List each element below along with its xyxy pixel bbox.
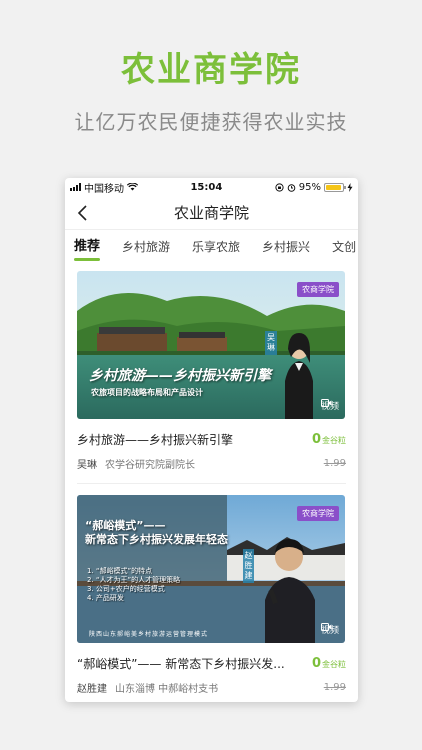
overlay-points: 1. “郝峪模式”的特点 2. “人才为王”的人才管理策略 3. 公司+农户的经… [87,567,181,602]
author-name: 赵胜建 [77,684,107,695]
signal-icon [70,183,81,191]
bottom-strip-text: 陕西山东郝峪美乡村旅游运营管理模式 [89,631,209,638]
overlay-title: “郝峪模式”—— 新常态下乡村振兴发展年轻态 [85,519,228,546]
course-card[interactable]: 吴琳 乡村旅游——乡村振兴新引擎 农旅项目的战略布局和产品设计 农商学院 视频 … [65,271,358,484]
battery-percent: 95% [298,181,321,193]
phone-screen: 中国移动 15:04 95% 农业商学院 推荐 乡村旅游 乐享农旅 乡村振兴 文… [65,178,358,702]
video-tag: 视频 [320,623,339,636]
status-bar: 中国移动 15:04 95% [65,178,358,196]
original-price: 1.99 [323,458,346,469]
academy-badge: 农商学院 [297,282,339,297]
tab-rural-revitalization[interactable]: 乡村振兴 [262,230,310,264]
charging-icon [347,182,353,192]
clock: 15:04 [190,181,223,193]
tab-agri-tourism[interactable]: 乐享农旅 [192,230,240,264]
course-card[interactable]: “郝峪模式”—— 新常态下乡村振兴发展年轻态 1. “郝峪模式”的特点 2. “人… [65,495,358,695]
course-thumbnail[interactable]: “郝峪模式”—— 新常态下乡村振兴发展年轻态 1. “郝峪模式”的特点 2. “人… [77,495,345,643]
author-name: 吴琳 [77,460,97,471]
video-camera-icon [320,623,332,631]
promo-subtitle: 让亿万农民便捷获得农业实技 [74,110,348,134]
presenter-name-tag: 吴琳 [265,331,277,355]
overlay-title: 乡村旅游——乡村振兴新引擎 [89,368,271,384]
author-desc: 农学谷研究院副院长 [105,460,195,471]
wifi-icon [127,183,138,191]
course-price: 0金谷粒 [311,656,346,671]
tab-recommend[interactable]: 推荐 [74,230,101,264]
course-thumbnail[interactable]: 吴琳 乡村旅游——乡村振兴新引擎 农旅项目的战略布局和产品设计 农商学院 视频 [77,271,345,419]
nav-title: 农业商学院 [173,204,249,222]
promo-title: 农业商学院 [121,50,301,90]
course-meta: 吴琳 农学谷研究院副院长 [77,456,195,471]
battery-icon [323,182,346,192]
course-price: 0金谷粒 [311,432,346,447]
original-price: 1.99 [323,682,346,693]
video-tag: 视频 [320,399,339,412]
divider [77,483,346,484]
nav-bar: 农业商学院 [65,196,358,230]
presenter-name-tag: 赵胜建 [243,549,254,583]
tab-rural-tourism[interactable]: 乡村旅游 [122,230,170,264]
course-title[interactable]: 乡村旅游——乡村振兴新引擎 [77,431,233,448]
back-arrow-icon[interactable] [73,203,93,223]
video-camera-icon [320,399,332,407]
carrier-label: 中国移动 [84,183,124,195]
author-desc: 山东淄博 中郝峪村支书 [115,684,219,695]
academy-badge: 农商学院 [297,506,339,521]
course-meta: 赵胜建 山东淄博 中郝峪村支书 [77,680,218,695]
category-tabs: 推荐 乡村旅游 乐享农旅 乡村振兴 文创 [65,230,358,264]
alarm-icon [287,183,296,192]
lock-rotation-icon [275,182,284,192]
tab-cultural-creative[interactable]: 文创 [332,230,356,264]
overlay-subtitle: 农旅项目的战略布局和产品设计 [91,388,203,397]
course-title[interactable]: “郝峪模式”—— 新常态下乡村振兴发... [77,655,285,672]
